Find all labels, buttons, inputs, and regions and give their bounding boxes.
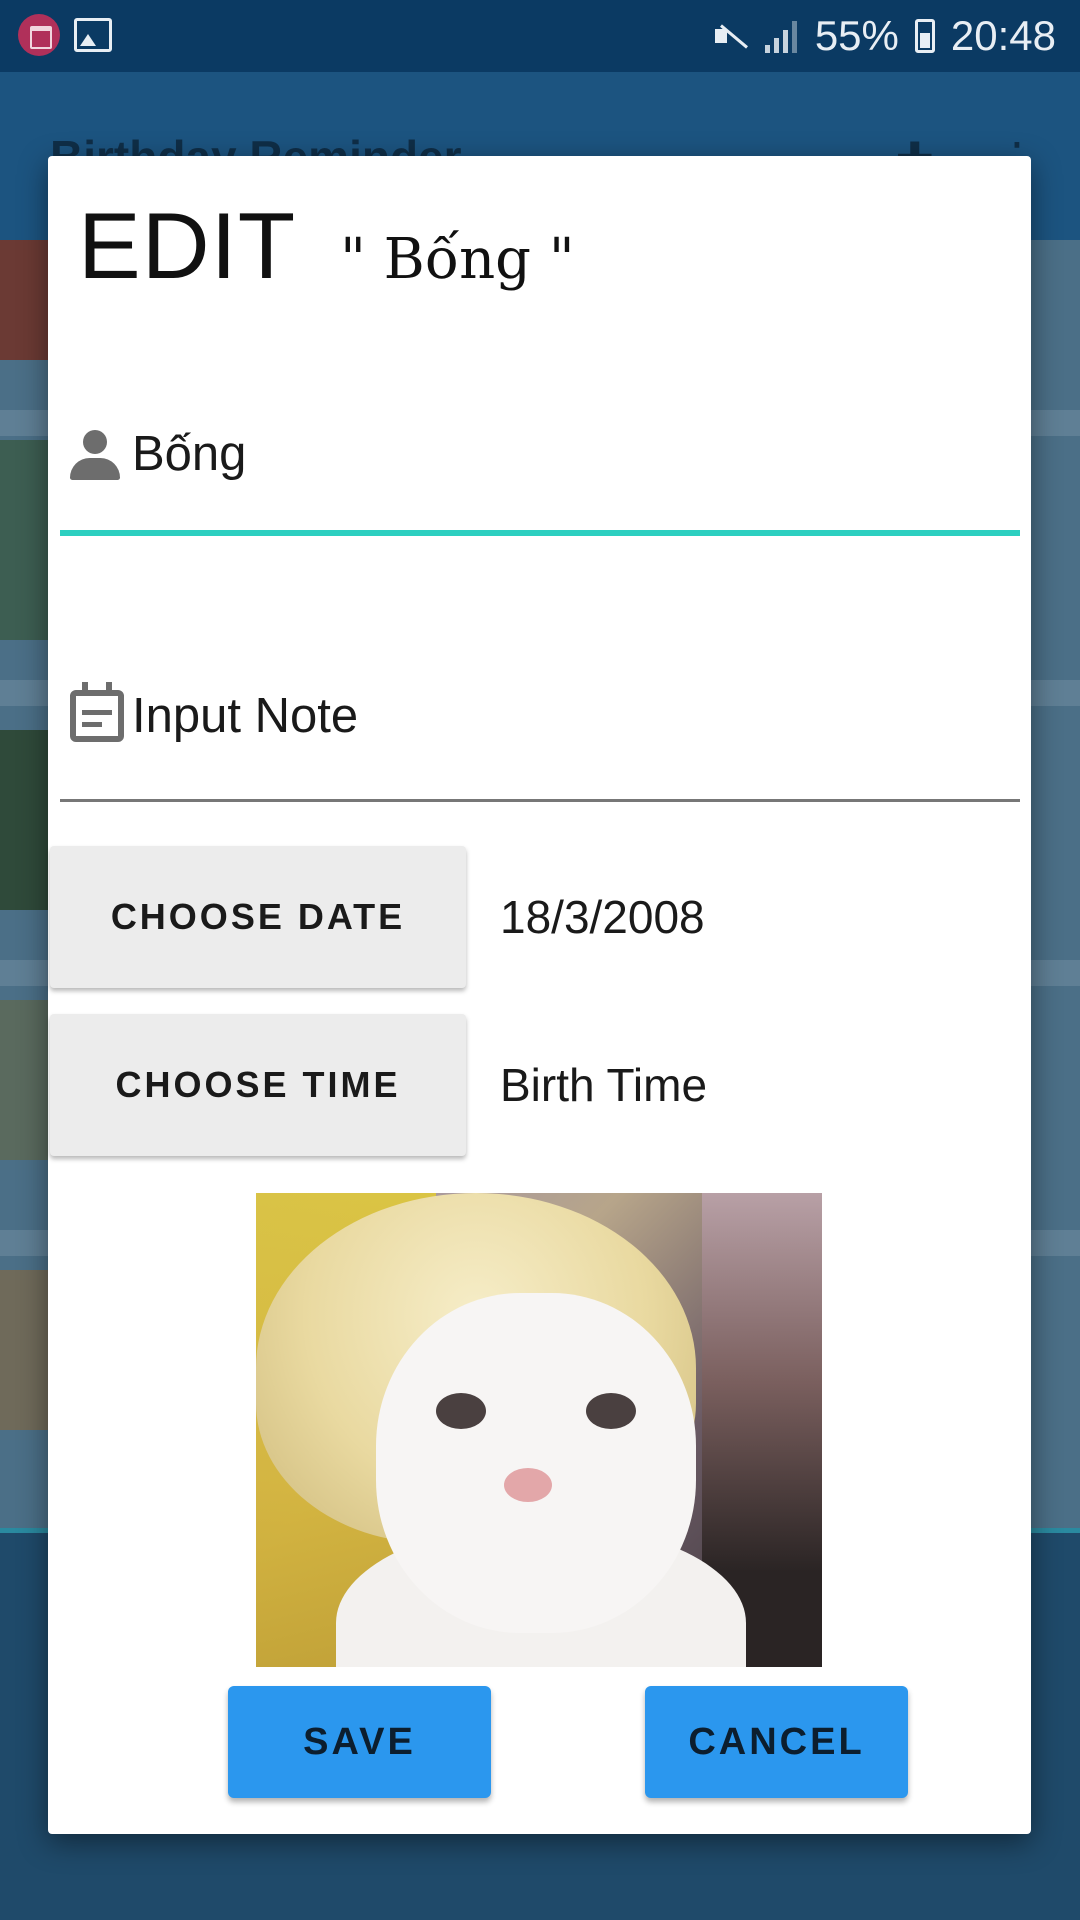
choose-time-button[interactable]: CHOOSE TIME <box>50 1014 466 1156</box>
dialog-title: EDIT <box>78 193 297 298</box>
date-value: 18/3/2008 <box>500 891 705 943</box>
note-icon <box>70 682 124 742</box>
choose-date-button[interactable]: CHOOSE DATE <box>50 846 466 988</box>
time-value: Birth Time <box>500 1059 708 1111</box>
clock: 20:48 <box>950 12 1056 59</box>
note-input[interactable]: Input Note <box>132 688 358 744</box>
date-row: CHOOSE DATE 18/3/2008 <box>50 846 1010 992</box>
dialog-subtitle-name: " Bống " <box>340 227 575 292</box>
signal-icon <box>764 19 799 53</box>
battery-icon <box>914 19 935 53</box>
name-field-underline <box>60 530 1020 536</box>
cat-photo[interactable] <box>256 1193 822 1667</box>
status-bar: 55% 20:48 <box>0 0 1080 72</box>
gallery-icon <box>74 18 112 52</box>
battery-percent: 55% <box>814 12 899 59</box>
birthday-app-icon <box>18 14 60 56</box>
edit-dialog: EDIT " Bống " Bống Input Note CHOOSE DAT… <box>48 156 1031 1834</box>
mute-icon <box>713 21 749 51</box>
name-field[interactable]: Bống <box>60 386 1020 536</box>
note-field-underline <box>60 799 1020 802</box>
name-input[interactable]: Bống <box>132 426 246 482</box>
cancel-button[interactable]: CANCEL <box>645 1686 908 1798</box>
person-icon <box>70 430 120 482</box>
note-field[interactable]: Input Note <box>60 646 1020 802</box>
time-row: CHOOSE TIME Birth Time <box>50 1014 1010 1160</box>
save-button[interactable]: SAVE <box>228 1686 491 1798</box>
